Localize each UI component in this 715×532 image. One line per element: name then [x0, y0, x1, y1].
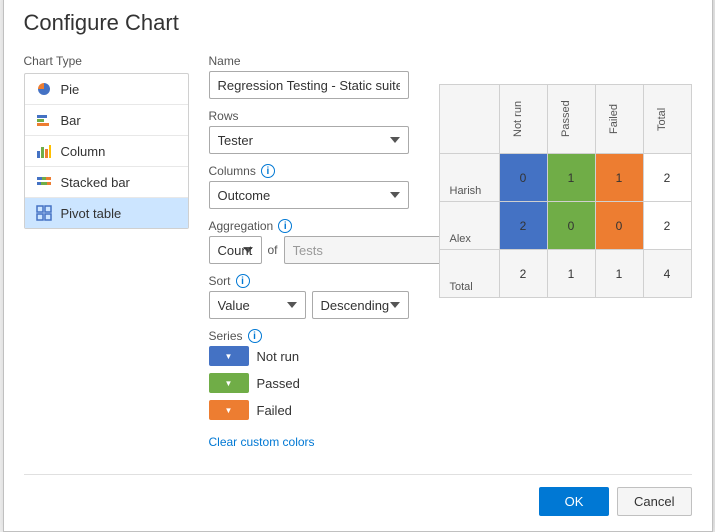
series-color-notrun[interactable]: ▼ [209, 346, 249, 366]
rows-field-group: Rows Tester [209, 109, 409, 154]
series-chevron-notrun: ▼ [225, 352, 233, 361]
column-icon [35, 142, 53, 160]
pivot-cell-alex-passed: 0 [547, 202, 595, 250]
pivot-row-alex: Alex 2 0 0 2 [439, 202, 691, 250]
sort-info-icon[interactable]: i [236, 274, 250, 288]
cancel-button[interactable]: Cancel [617, 487, 691, 516]
series-chevron-passed: ▼ [225, 379, 233, 388]
sort-value-select[interactable]: Value [209, 291, 306, 319]
pivot-preview-table: Not run Passed Failed Total [439, 84, 692, 298]
chart-type-column-label: Column [61, 144, 106, 159]
name-field-group: Name [209, 54, 409, 99]
pivot-total-label: Total [439, 250, 499, 298]
sort-field-group: Sort i Value Descending [209, 274, 409, 319]
configure-chart-dialog: Configure Chart Chart Type Pie [3, 0, 713, 532]
pivot-cell-alex-failed: 0 [595, 202, 643, 250]
pivot-row-harish: Harish 0 1 1 2 [439, 154, 691, 202]
columns-select[interactable]: Outcome [209, 181, 409, 209]
aggregation-row: Count of [209, 236, 409, 264]
rows-select[interactable]: Tester [209, 126, 409, 154]
chart-type-bar[interactable]: Bar [25, 105, 188, 136]
name-label: Name [209, 54, 409, 68]
aggregation-select[interactable]: Count [209, 236, 262, 264]
pivot-total-failed: 1 [595, 250, 643, 298]
chart-type-label: Chart Type [24, 54, 189, 68]
columns-field-group: Columns i Outcome [209, 164, 409, 209]
pivot-total-passed: 1 [547, 250, 595, 298]
series-item-failed: ▼ Failed [209, 400, 409, 420]
chart-type-bar-label: Bar [61, 113, 81, 128]
dialog-body: Chart Type Pie [24, 54, 692, 459]
chart-type-stacked-bar[interactable]: Stacked bar [25, 167, 188, 198]
sort-row: Value Descending [209, 291, 409, 319]
series-info-icon[interactable]: i [248, 329, 262, 343]
pivot-col-passed: Passed [547, 85, 595, 154]
pivot-row-label-harish: Harish [439, 154, 499, 202]
series-color-failed[interactable]: ▼ [209, 400, 249, 420]
pivot-cell-harish-failed: 1 [595, 154, 643, 202]
stacked-bar-icon [35, 173, 53, 191]
left-panel: Chart Type Pie [24, 54, 189, 459]
columns-select-wrapper: Outcome [209, 181, 409, 209]
pivot-col-failed: Failed [595, 85, 643, 154]
right-panel: Not run Passed Failed Total [429, 54, 692, 459]
ok-button[interactable]: OK [539, 487, 609, 516]
series-label-passed: Passed [257, 376, 300, 391]
chart-type-pivot-table[interactable]: Pivot table [25, 198, 188, 228]
of-label: of [268, 243, 278, 257]
series-field-group: Series i ▼ Not run ▼ Passed [209, 329, 409, 449]
chart-type-pie-label: Pie [61, 82, 80, 97]
pie-icon [35, 80, 53, 98]
pivot-total-row: Total 2 1 1 4 [439, 250, 691, 298]
dialog-footer: OK Cancel [24, 474, 692, 516]
pivot-cell-harish-total: 2 [643, 154, 691, 202]
chart-type-pie[interactable]: Pie [25, 74, 188, 105]
chart-type-stacked-bar-label: Stacked bar [61, 175, 130, 190]
pivot-icon [35, 204, 53, 222]
series-color-passed[interactable]: ▼ [209, 373, 249, 393]
aggregation-info-icon[interactable]: i [278, 219, 292, 233]
pivot-cell-harish-passed: 1 [547, 154, 595, 202]
rows-label: Rows [209, 109, 409, 123]
name-input[interactable] [209, 71, 409, 99]
chart-type-pivot-label: Pivot table [61, 206, 122, 221]
pivot-cell-alex-notrun: 2 [499, 202, 547, 250]
sort-dir-wrapper: Descending [312, 291, 409, 319]
series-item-notrun: ▼ Not run [209, 346, 409, 366]
pivot-col-total: Total [643, 85, 691, 154]
mid-panel: Name Rows Tester Columns i Outc [209, 54, 409, 459]
clear-custom-colors-link[interactable]: Clear custom colors [209, 435, 315, 449]
aggregation-field-group: Aggregation i Count of [209, 219, 409, 264]
series-item-passed: ▼ Passed [209, 373, 409, 393]
series-label: Series i [209, 329, 409, 343]
aggregation-label: Aggregation i [209, 219, 409, 233]
pivot-cell-harish-notrun: 0 [499, 154, 547, 202]
sort-direction-select[interactable]: Descending [312, 291, 409, 319]
rows-select-wrapper: Tester [209, 126, 409, 154]
columns-info-icon[interactable]: i [261, 164, 275, 178]
sort-label: Sort i [209, 274, 409, 288]
dialog-title: Configure Chart [24, 10, 692, 36]
series-label-failed: Failed [257, 403, 292, 418]
pivot-row-label-alex: Alex [439, 202, 499, 250]
pivot-col-notrun: Not run [499, 85, 547, 154]
bar-icon [35, 111, 53, 129]
sort-value-wrapper: Value [209, 291, 306, 319]
series-label-notrun: Not run [257, 349, 300, 364]
pivot-total-all: 4 [643, 250, 691, 298]
chart-type-column[interactable]: Column [25, 136, 188, 167]
series-chevron-failed: ▼ [225, 406, 233, 415]
columns-label: Columns i [209, 164, 409, 178]
chart-type-list: Pie Bar [24, 73, 189, 229]
pivot-total-notrun: 2 [499, 250, 547, 298]
pivot-cell-alex-total: 2 [643, 202, 691, 250]
pivot-corner-cell [439, 85, 499, 154]
